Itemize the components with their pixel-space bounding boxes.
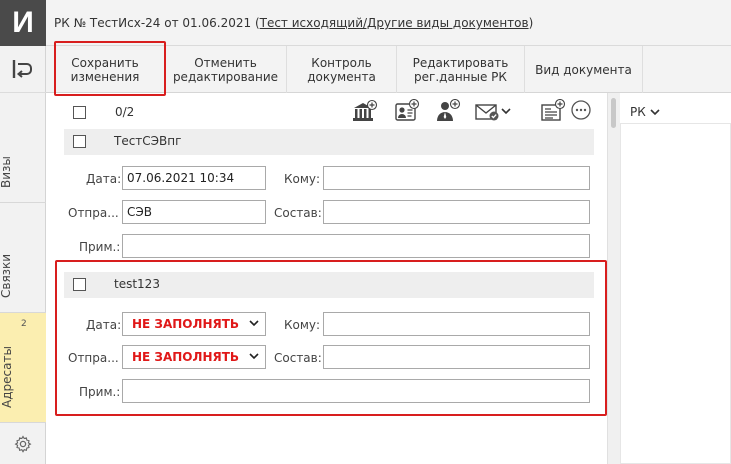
date-input[interactable]: 07.06.2021 10:34 [122,166,266,190]
sender-input[interactable]: СЭВ [122,200,266,224]
return-icon [12,60,32,78]
app-logo[interactable]: И [0,0,46,46]
tab-vizy[interactable]: Визы [0,93,46,203]
rk-dropdown-label: РК [630,105,646,119]
left-rail: Визы Связки 2 Адресаты [0,46,46,464]
scrollbar-thumb[interactable] [611,98,616,128]
mail-check-icon [475,104,499,121]
tab-vizy-label: Визы [0,156,13,188]
recipient-card-header: ТестСЭВпг [64,129,594,155]
list-header: 0/2 [46,93,607,129]
save-highlight-frame [54,41,166,96]
more-options-button[interactable] [570,99,592,121]
tab-adresaty-label: Адресаты [0,346,14,408]
recipient-name: ТестСЭВпг [114,134,182,148]
document-title-text: РК № ТестИсх-24 от 01.06.2021 [54,16,252,30]
tab-svyazi-label: Связки [0,253,13,298]
document-title: РК № ТестИсх-24 от 01.06.2021 (Тест исхо… [54,16,534,30]
document-type-link[interactable]: Тест исходящий/Другие виды документов [260,16,529,30]
note-input[interactable] [122,234,590,258]
rk-panel: РК [620,93,731,464]
add-contact-card-button[interactable] [394,99,420,123]
recipient-highlight-frame [55,260,607,416]
komu-label: Кому: [284,172,321,186]
chevron-down-icon [650,109,660,116]
back-to-card-button[interactable] [0,46,46,93]
mail-menu-button[interactable] [474,99,512,123]
select-all-checkbox[interactable] [73,106,86,119]
sostav-input[interactable] [323,200,590,224]
rk-preview-area [620,123,731,464]
add-organization-button[interactable] [352,99,378,123]
tab-adresaty[interactable]: 2 Адресаты [0,313,46,423]
date-label: Дата: [86,172,122,186]
add-person-button[interactable] [435,99,461,123]
add-note-icon [541,99,566,121]
sender-label: Отпра... [68,206,119,220]
sostav-label: Состав: [274,206,322,220]
selection-counter: 0/2 [115,105,135,119]
cancel-editing-button[interactable]: Отменить редактирование [165,46,287,93]
settings-button[interactable] [0,423,46,464]
add-contact-card-icon [395,99,420,121]
tab-svyazi[interactable]: Связки [0,203,46,313]
more-options-icon [571,100,591,120]
chevron-down-icon [501,108,511,115]
note-label: Прим.: [79,240,121,254]
recipient-checkbox[interactable] [73,135,86,148]
title-bar: РК № ТестИсх-24 от 01.06.2021 (Тест исхо… [46,0,731,46]
edit-reg-data-button[interactable]: Редактировать рег.данные РК [397,46,525,93]
add-organization-icon [353,99,378,121]
tab-adresaty-count: 2 [21,319,27,329]
add-person-icon [437,99,461,121]
document-control-button[interactable]: Контроль документа [287,46,397,93]
komu-input[interactable] [323,166,590,190]
document-kind-button[interactable]: Вид документа [525,46,643,93]
rk-dropdown[interactable]: РК [630,105,661,119]
add-note-button[interactable] [540,99,566,123]
panel-splitter[interactable] [607,93,620,464]
gear-icon [14,434,32,453]
